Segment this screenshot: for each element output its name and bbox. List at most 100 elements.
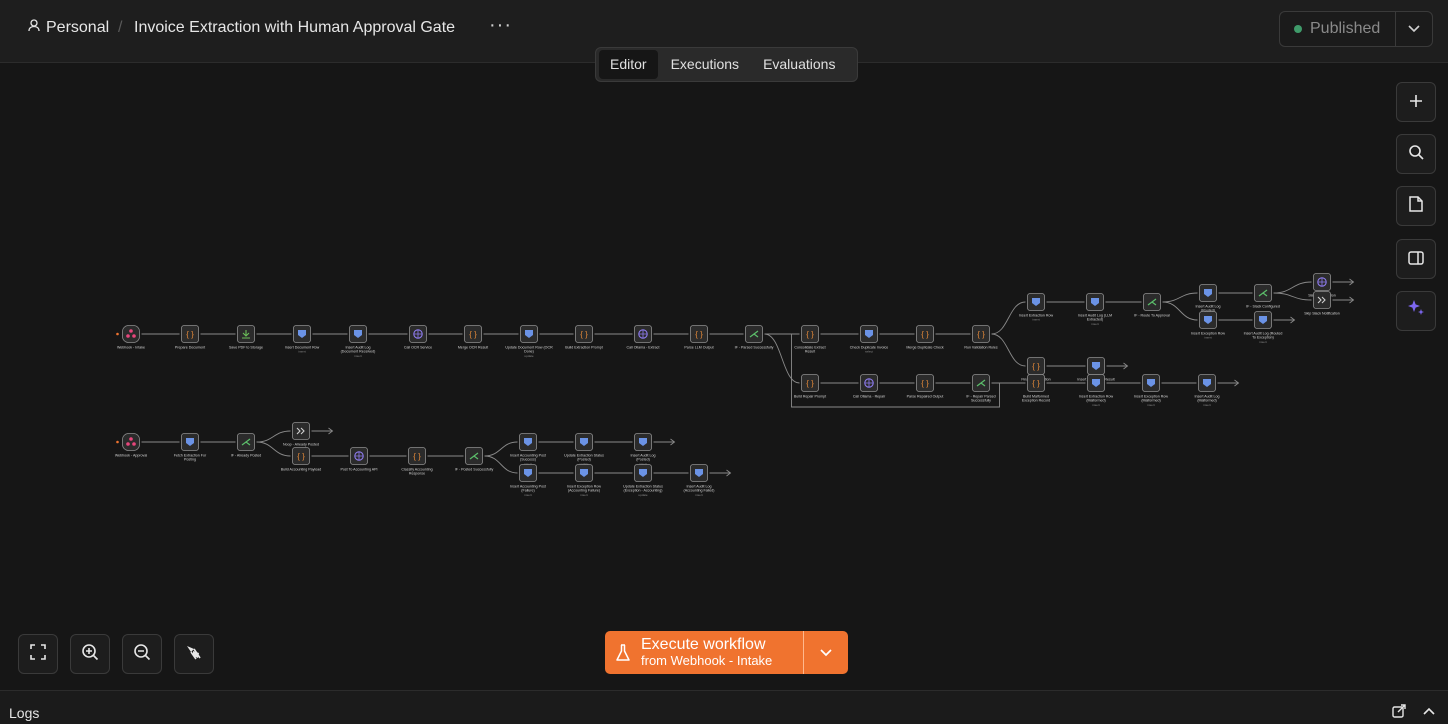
zoom-in-button[interactable]: [70, 634, 110, 674]
workflow-node[interactable]: Insert Extraction Rowinsert: [1019, 293, 1054, 322]
logs-panel-bar[interactable]: Logs: [0, 690, 1448, 724]
execute-workflow-button[interactable]: Execute workflow from Webhook - Intake: [605, 631, 804, 674]
connection-line[interactable]: [256, 430, 291, 443]
workflow-node[interactable]: Save PDF to Storage: [229, 325, 263, 350]
workflow-node[interactable]: { } Parse LLM Output: [684, 325, 714, 350]
node-box[interactable]: [122, 325, 140, 343]
zoom-out-button[interactable]: [122, 634, 162, 674]
workflow-node[interactable]: Insert Exception Row (Accounting Failure)…: [567, 464, 601, 497]
workflow-node[interactable]: Insert Exception Row (Malformed)insert: [1134, 374, 1168, 407]
workflow-node[interactable]: Call Ollama - Extract: [627, 325, 660, 350]
sparkle-icon: [1406, 298, 1426, 324]
workflow-node[interactable]: Webhook - Approval: [115, 433, 147, 458]
workflow-node[interactable]: { } Merge Duplicate Check: [906, 325, 944, 350]
tidy-up-button[interactable]: [174, 634, 214, 674]
trigger-indicator: [116, 440, 119, 444]
workflow-node[interactable]: Call OCR Service: [404, 325, 432, 350]
code-icon: { }: [1032, 362, 1040, 371]
workflow-graph[interactable]: Webhook - Intake { } Prepare Document Save …: [0, 63, 1448, 690]
node-label: IF - Parsed Successfully: [735, 346, 774, 350]
code-icon: { }: [695, 330, 703, 339]
add-node-button[interactable]: [1396, 82, 1436, 122]
node-label: Run Validation Rules: [964, 346, 997, 350]
search-icon: [1408, 143, 1424, 166]
workflow-canvas[interactable]: Webhook - Intake { } Prepare Document Save …: [0, 63, 1448, 690]
pop-out-icon[interactable]: [1392, 704, 1406, 723]
workflow-node[interactable]: IF - Slack Configured: [1246, 284, 1280, 309]
published-button[interactable]: Published: [1280, 12, 1396, 46]
node-label: Call Ollama - Repair: [853, 395, 886, 399]
node-subtitle: update: [524, 354, 534, 358]
execute-options-button[interactable]: [804, 631, 848, 674]
connection-line[interactable]: [991, 333, 1026, 367]
breadcrumb-project-label: Personal: [46, 19, 110, 36]
workflow-node[interactable]: { } Run Validation Rules: [964, 325, 998, 350]
node-box[interactable]: [292, 422, 310, 440]
chevron-up-icon[interactable]: [1423, 704, 1435, 722]
workflow-node[interactable]: Update Extraction Status (Posted)update: [564, 433, 604, 466]
workflow-node[interactable]: IF - Already Posted: [231, 433, 262, 458]
node-box[interactable]: [1313, 291, 1331, 309]
webhook-icon: [132, 442, 136, 446]
connection-line[interactable]: [1273, 292, 1312, 301]
workflow-node[interactable]: Insert Audit Log (LLM Extracted)insert: [1078, 293, 1112, 326]
workflow-node[interactable]: IF - Repair Parsed Successfully: [966, 374, 996, 403]
node-label: Classify Accounting Response: [401, 468, 432, 476]
breadcrumb-project[interactable]: Personal: [28, 19, 109, 37]
workflow-node[interactable]: Insert Audit Log (Malformed)insert: [1195, 374, 1220, 407]
workflow-node[interactable]: IF - Route To Approval: [1134, 293, 1170, 318]
workflow-node[interactable]: Insert Accounting Post (Success)insert: [510, 433, 546, 466]
workflow-node[interactable]: Insert Audit Log (Document Received)inser…: [341, 325, 376, 358]
node-label: Update Extraction Status (Exception - Acc…: [623, 485, 663, 493]
workflow-node[interactable]: Insert Audit Log (Routed To Exception)ins…: [1244, 311, 1283, 344]
workflow-node[interactable]: { } Build Accounting Payload: [281, 447, 322, 472]
workflow-node[interactable]: Update Extraction Status (Exception - Acc…: [623, 464, 663, 497]
node-subtitle: insert: [1147, 403, 1155, 407]
workflow-node[interactable]: Insert Document Rowinsert: [285, 325, 320, 354]
code-icon: { }: [186, 330, 194, 339]
workflow-node[interactable]: { } Merge OCR Result: [458, 325, 488, 350]
workflow-node[interactable]: Insert Exception Rowinsert: [1191, 311, 1225, 340]
connection-line[interactable]: [1162, 292, 1198, 303]
publish-status-control: Published: [1279, 11, 1433, 47]
connection-line[interactable]: [1273, 281, 1312, 294]
workflow-node[interactable]: { } Build Extraction Prompt: [565, 325, 603, 350]
workflow-node[interactable]: Insert Audit Log (Accounting Failed)inser…: [684, 464, 715, 497]
workflow-node[interactable]: IF - Parsed Successfully: [735, 325, 774, 350]
node-subtitle: insert: [1203, 403, 1211, 407]
workflow-node[interactable]: Noop - Already Posted: [283, 422, 319, 447]
chevron-down-icon[interactable]: [1396, 12, 1432, 46]
workflow-node[interactable]: Insert Accounting Post (Failure)insert: [510, 464, 546, 497]
node-label: Update Document Row (OCR Done): [505, 346, 553, 354]
workflow-node[interactable]: Insert Audit Log (Posted)insert: [631, 433, 656, 466]
code-icon: { }: [977, 330, 985, 339]
ai-assistant-button[interactable]: [1396, 291, 1436, 331]
workflow-node[interactable]: { } Parse Repaired Output: [907, 374, 944, 399]
more-menu-button[interactable]: ···: [489, 14, 512, 37]
workflow-node[interactable]: Fetch Extraction For Posting: [174, 433, 207, 462]
fit-view-button[interactable]: [18, 634, 58, 674]
search-nodes-button[interactable]: [1396, 134, 1436, 174]
workflow-node[interactable]: Post To Accounting API: [340, 447, 378, 472]
node-subtitle: insert: [1204, 336, 1212, 340]
node-subtitle: insert: [1091, 322, 1099, 326]
workflow-node[interactable]: { } Consolidate Extract Result: [794, 325, 826, 354]
node-subtitle: select: [865, 350, 873, 354]
connection-line[interactable]: [764, 333, 800, 384]
connection-line[interactable]: [991, 301, 1026, 335]
workflow-node[interactable]: Check Duplicate Invoiceselect: [850, 325, 889, 354]
workflow-node[interactable]: IF - Posted Successfully: [455, 447, 494, 472]
node-box[interactable]: [122, 433, 140, 451]
workflow-node[interactable]: Webhook - Intake: [116, 325, 145, 350]
sticky-note-button[interactable]: [1396, 186, 1436, 226]
toggle-panel-button[interactable]: [1396, 239, 1436, 279]
workflow-title[interactable]: Invoice Extraction with Human Approval G…: [134, 19, 455, 37]
workflow-node[interactable]: Call Ollama - Repair: [853, 374, 886, 399]
note-icon: [1409, 195, 1423, 218]
published-label: Published: [1310, 20, 1381, 37]
workflow-node[interactable]: { } Prepare Document: [175, 325, 205, 350]
edges: [141, 278, 1355, 477]
workflow-node[interactable]: Update Document Row (OCR Done)update: [505, 325, 553, 358]
workflow-node[interactable]: { } Classify Accounting Response: [401, 447, 433, 476]
workflow-node[interactable]: { } Build Repair Prompt: [794, 374, 826, 399]
